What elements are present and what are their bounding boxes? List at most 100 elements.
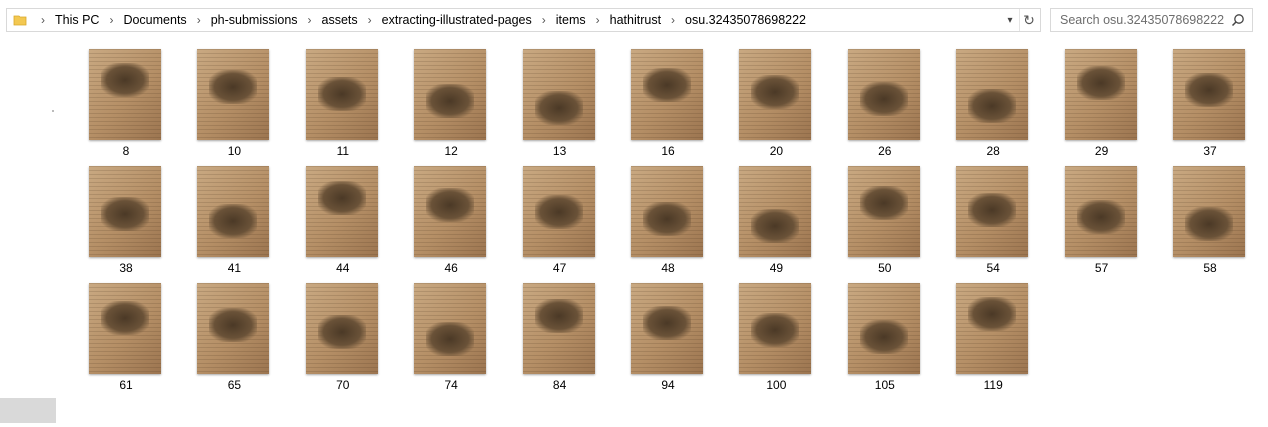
- thumbnail-illustration: [643, 68, 691, 102]
- file-item[interactable]: 44: [289, 163, 397, 280]
- chevron-right-icon[interactable]: ›: [103, 13, 119, 27]
- file-thumbnail: [305, 283, 378, 374]
- file-item[interactable]: 37: [1156, 46, 1264, 163]
- file-name: 57: [1094, 261, 1109, 275]
- file-item[interactable]: 16: [614, 46, 722, 163]
- address-bar[interactable]: › This PC › Documents › ph-submissions ›…: [6, 8, 1041, 32]
- file-thumbnail: [739, 49, 812, 140]
- file-name: 37: [1203, 144, 1217, 158]
- breadcrumb-item[interactable]: Documents: [119, 13, 190, 27]
- breadcrumb-item[interactable]: assets: [318, 13, 362, 27]
- file-name: 48: [661, 261, 675, 275]
- file-item[interactable]: 54: [939, 163, 1047, 280]
- file-thumbnail: [305, 166, 378, 257]
- file-thumbnail: [956, 166, 1029, 257]
- chevron-right-icon[interactable]: ›: [536, 13, 552, 27]
- file-name: 100: [766, 378, 787, 392]
- breadcrumb-item[interactable]: items: [552, 13, 590, 27]
- file-item[interactable]: 58: [1156, 163, 1264, 280]
- file-item[interactable]: 38: [72, 163, 180, 280]
- file-item[interactable]: 57: [1048, 163, 1156, 280]
- breadcrumb-item[interactable]: ph-submissions: [207, 13, 302, 27]
- chevron-right-icon[interactable]: ›: [35, 13, 51, 27]
- file-item[interactable]: 26: [831, 46, 939, 163]
- file-item[interactable]: 10: [180, 46, 288, 163]
- file-item[interactable]: 13: [506, 46, 614, 163]
- file-item[interactable]: 61: [72, 280, 180, 397]
- thumbnail-illustration: [968, 193, 1017, 227]
- file-name: 13: [552, 144, 567, 158]
- file-thumbnail: [522, 166, 595, 257]
- file-name: 8: [122, 144, 130, 158]
- file-thumbnail: [1064, 49, 1137, 140]
- file-thumbnail: [305, 49, 378, 140]
- file-thumbnail: [956, 49, 1029, 140]
- thumbnail-illustration: [101, 301, 149, 335]
- chevron-down-icon[interactable]: ▾: [1002, 9, 1018, 31]
- file-item[interactable]: 49: [722, 163, 830, 280]
- chevron-right-icon[interactable]: ›: [362, 13, 378, 27]
- chevron-right-icon[interactable]: ›: [665, 13, 681, 27]
- file-item[interactable]: 94: [614, 280, 722, 397]
- thumbnail-illustration: [751, 313, 800, 347]
- folder-icon: [13, 15, 27, 26]
- file-name: 10: [227, 144, 242, 158]
- file-thumbnail: [414, 283, 487, 374]
- file-name: 11: [336, 144, 350, 158]
- file-name: 84: [552, 378, 567, 392]
- file-name: 38: [119, 261, 133, 275]
- file-name: 50: [878, 261, 892, 275]
- file-item[interactable]: 105: [831, 280, 939, 397]
- thumbnail-illustration: [968, 297, 1017, 331]
- chevron-right-icon[interactable]: ›: [590, 13, 606, 27]
- file-thumbnail: [739, 166, 812, 257]
- file-item[interactable]: 65: [180, 280, 288, 397]
- file-item[interactable]: 47: [506, 163, 614, 280]
- thumbnail-illustration: [1076, 200, 1125, 234]
- file-item[interactable]: 28: [939, 46, 1047, 163]
- file-item[interactable]: 74: [397, 280, 505, 397]
- file-name: 44: [336, 261, 350, 275]
- breadcrumb-item[interactable]: hathitrust: [606, 13, 665, 27]
- file-name: 29: [1094, 144, 1109, 158]
- thumbnail-illustration: [1076, 66, 1125, 100]
- thumbnail-illustration: [751, 75, 800, 109]
- file-item[interactable]: 20: [722, 46, 830, 163]
- search-placeholder: Search osu.32435078698222: [1060, 13, 1225, 27]
- breadcrumb-item[interactable]: osu.32435078698222: [681, 13, 810, 27]
- file-item[interactable]: 29: [1048, 46, 1156, 163]
- breadcrumb-item[interactable]: This PC: [51, 13, 103, 27]
- thumbnail-illustration: [859, 186, 908, 220]
- breadcrumb-item[interactable]: extracting-illustrated-pages: [378, 13, 536, 27]
- file-thumbnail: [89, 283, 161, 374]
- file-item[interactable]: 70: [289, 280, 397, 397]
- file-name: 70: [336, 378, 350, 392]
- file-item[interactable]: 100: [722, 280, 830, 397]
- file-name: 49: [769, 261, 784, 275]
- file-thumbnail: [956, 283, 1029, 374]
- file-item[interactable]: 46: [397, 163, 505, 280]
- thumbnail-illustration: [643, 202, 691, 236]
- file-item[interactable]: 8: [72, 46, 180, 163]
- file-thumbnail: [1173, 166, 1245, 257]
- file-item[interactable]: 84: [506, 280, 614, 397]
- file-item[interactable]: 50: [831, 163, 939, 280]
- chevron-right-icon[interactable]: ›: [191, 13, 207, 27]
- refresh-icon[interactable]: ↻: [1019, 9, 1038, 31]
- file-item[interactable]: 119: [939, 280, 1047, 397]
- file-item[interactable]: 48: [614, 163, 722, 280]
- navigation-pane-stub[interactable]: [0, 398, 56, 423]
- file-name: 119: [983, 378, 1003, 392]
- search-icon[interactable]: [1231, 13, 1245, 27]
- file-name: 28: [986, 144, 1000, 158]
- file-item[interactable]: 12: [397, 46, 505, 163]
- file-name: 74: [444, 378, 458, 392]
- thumbnail-illustration: [101, 197, 149, 231]
- search-input[interactable]: Search osu.32435078698222: [1050, 8, 1253, 32]
- file-item[interactable]: 41: [180, 163, 288, 280]
- chevron-right-icon[interactable]: ›: [302, 13, 318, 27]
- file-name: 47: [552, 261, 567, 275]
- file-item[interactable]: 11: [289, 46, 397, 163]
- file-name: 26: [878, 144, 892, 158]
- thumbnail-illustration: [209, 70, 258, 104]
